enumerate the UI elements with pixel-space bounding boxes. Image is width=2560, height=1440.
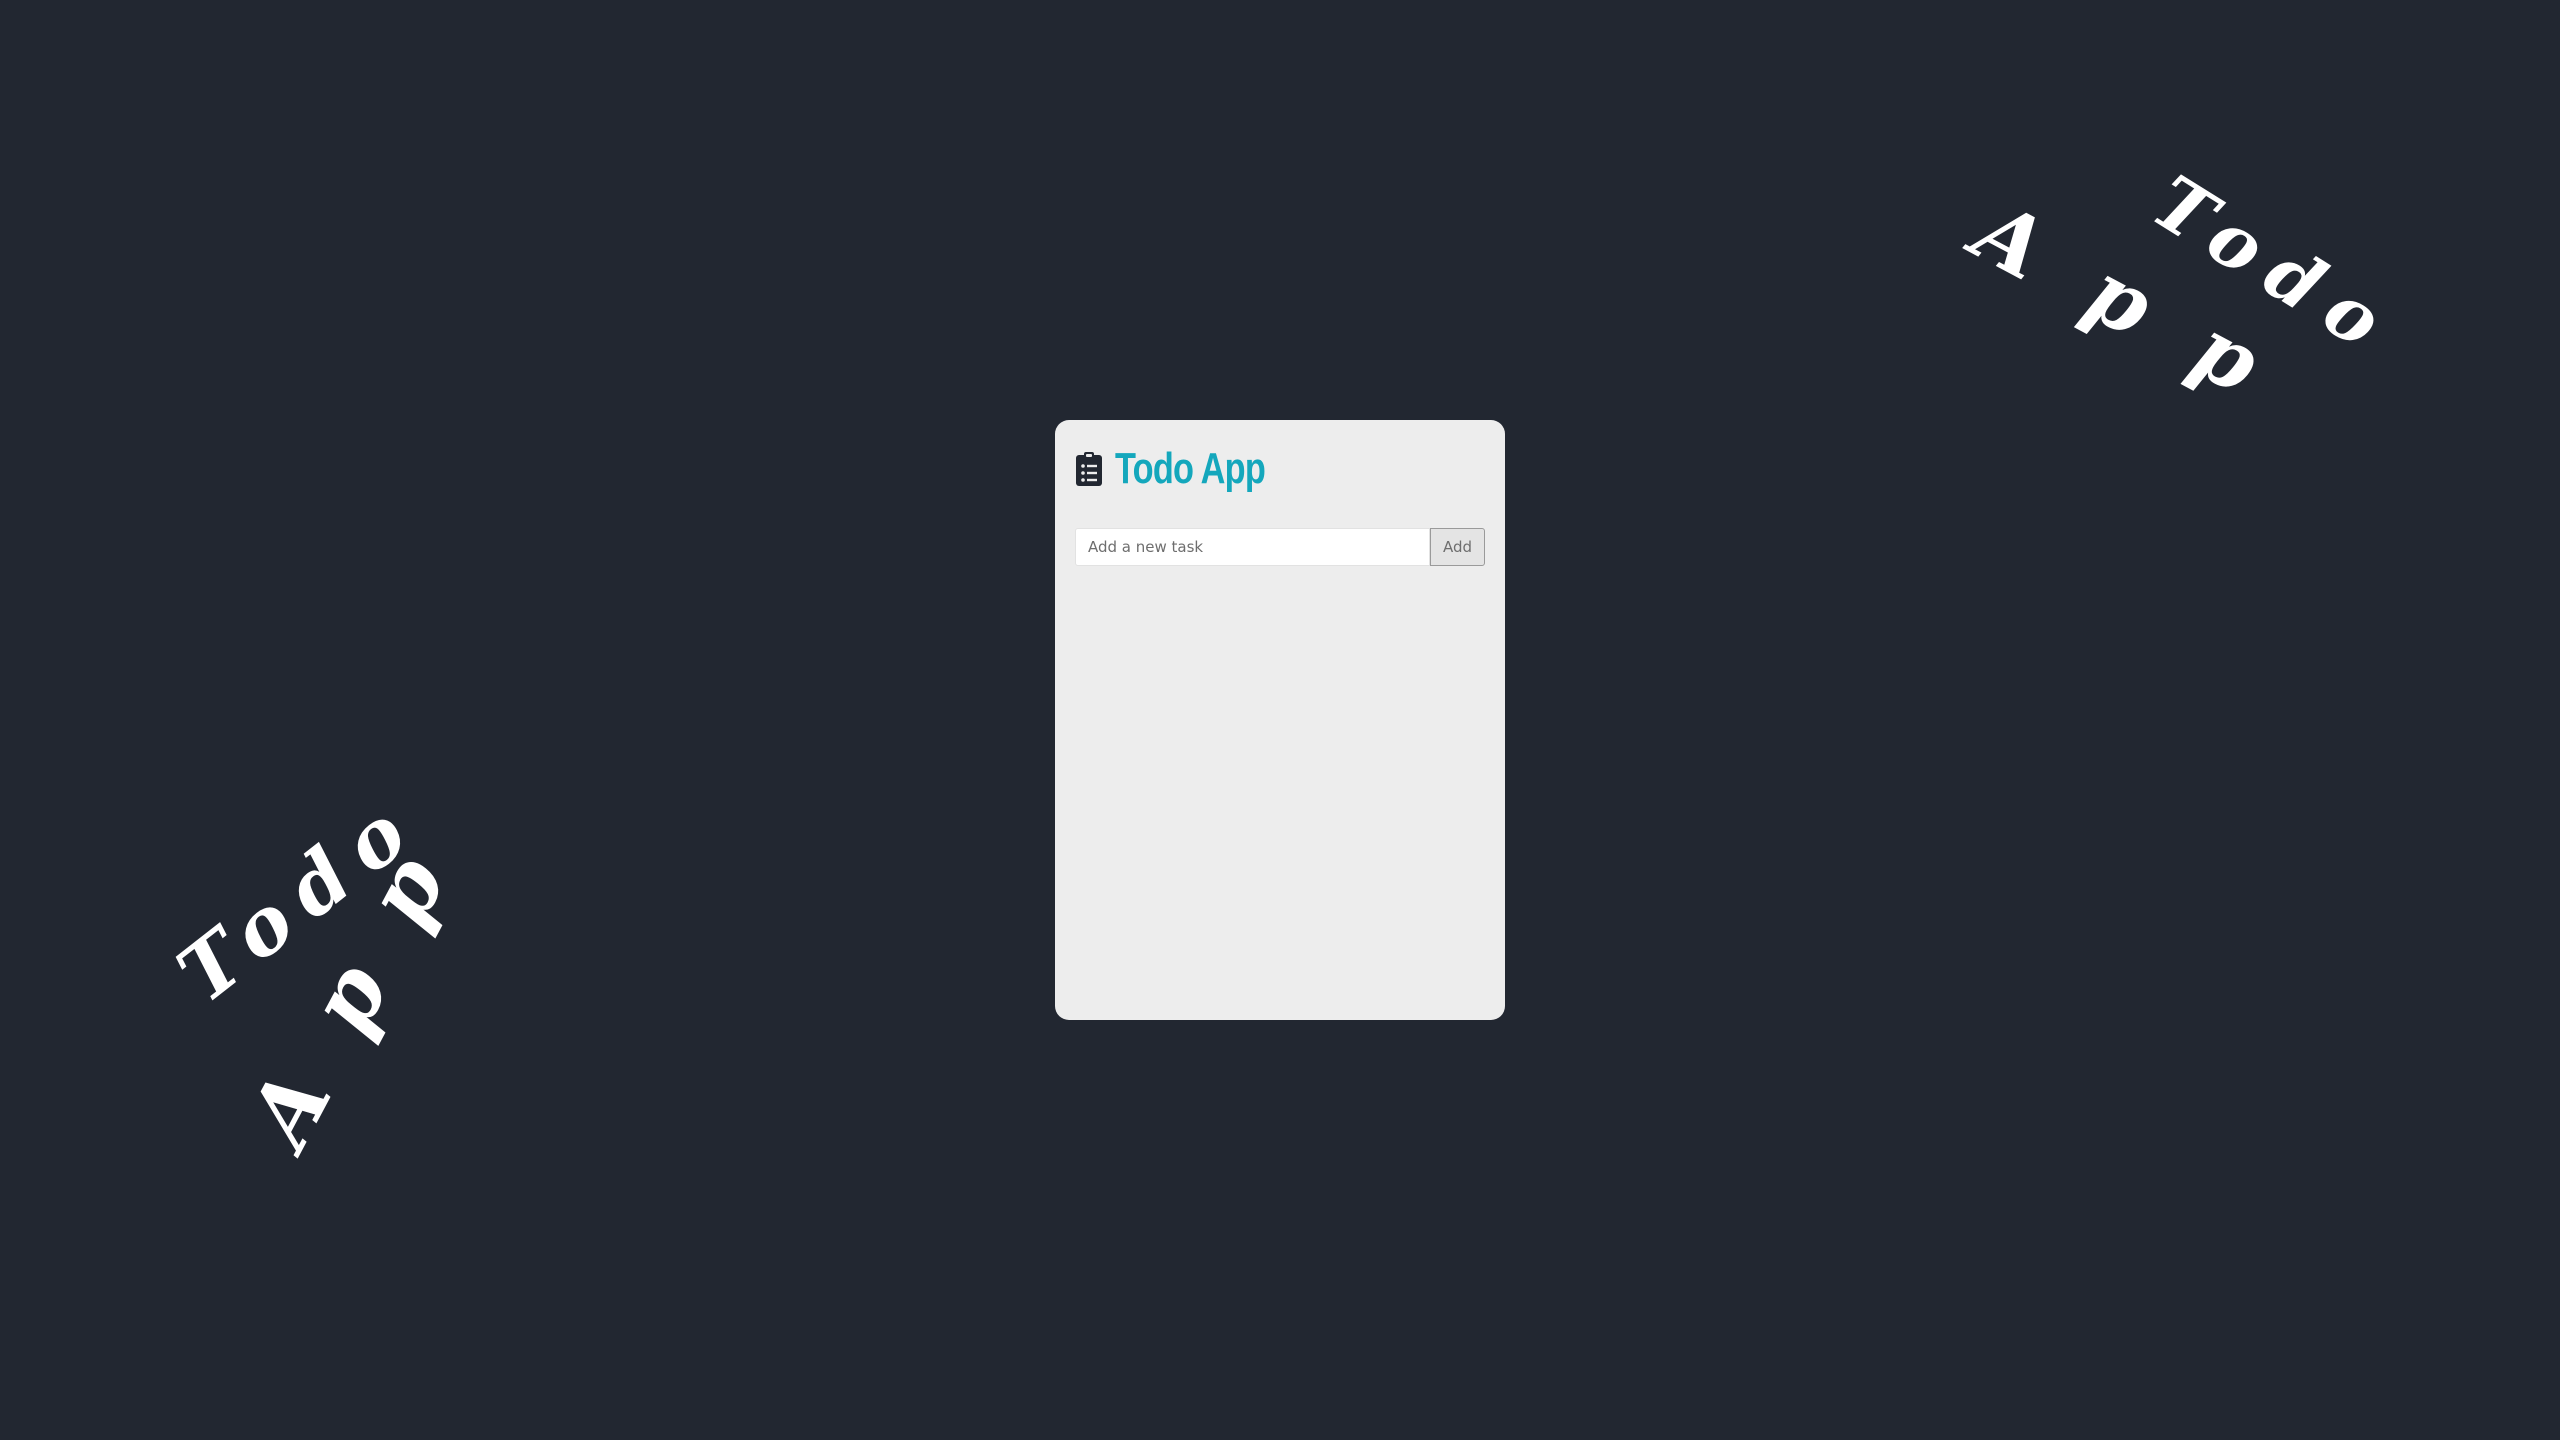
card-header: Todo App — [1075, 424, 1485, 514]
todo-card: Todo App Add — [1055, 420, 1505, 1020]
clipboard-list-icon — [1075, 451, 1103, 487]
new-task-input[interactable] — [1075, 528, 1430, 566]
add-task-button[interactable]: Add — [1430, 528, 1485, 566]
add-task-form: Add — [1075, 528, 1485, 566]
page: Todo App Todo App Todo App Add a new tas… — [0, 0, 2560, 1440]
task-list — [1075, 576, 1485, 996]
page-title: Todo App — [1115, 444, 1266, 493]
